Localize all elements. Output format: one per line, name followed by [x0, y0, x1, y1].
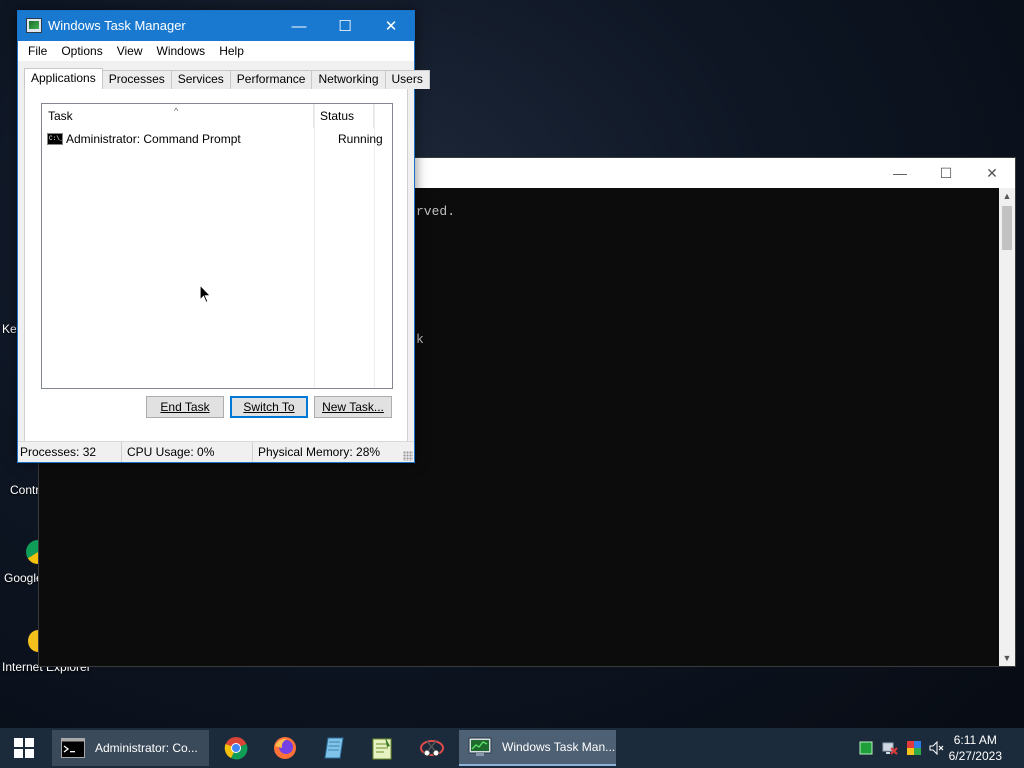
notepad-plus-icon[interactable]	[368, 734, 396, 762]
taskbar: Administrator: Co... Windows Task Man...…	[0, 728, 1024, 768]
desktop-icon-label-control-panel[interactable]: Contr	[10, 483, 39, 497]
column-task-label: Task	[48, 109, 73, 123]
menu-view[interactable]: View	[110, 44, 150, 58]
snipping-tool-logo	[420, 740, 444, 757]
windows-logo-icon	[14, 738, 34, 758]
color-icon[interactable]	[906, 740, 922, 756]
task-manager-icon	[26, 18, 42, 33]
status-bar: Processes: 32 CPU Usage: 0% Physical Mem…	[18, 441, 414, 462]
task-manager-titlebar[interactable]: Windows Task Manager — ☐ ✕	[18, 11, 414, 41]
network-icon[interactable]	[882, 740, 898, 756]
console-line: rved.	[416, 204, 456, 219]
chrome-logo	[224, 737, 248, 760]
menu-help[interactable]: Help	[212, 44, 251, 58]
scroll-thumb[interactable]	[1002, 206, 1012, 250]
menu-windows[interactable]: Windows	[150, 44, 213, 58]
cmd-maximize-button[interactable]: ☐	[923, 158, 969, 188]
clock-time: 6:11 AM	[953, 733, 997, 747]
cmd-close-button[interactable]: ✕	[969, 158, 1015, 188]
menu-options[interactable]: Options	[54, 44, 109, 58]
desktop-icon-label-google-chrome[interactable]: Google	[4, 571, 43, 585]
end-task-label: End Task	[160, 400, 210, 414]
tab-users[interactable]: Users	[384, 70, 430, 89]
tab-performance[interactable]: Performance	[229, 70, 313, 89]
system-clock[interactable]: 6:11 AM 6/27/2023	[949, 732, 1002, 764]
task-manager-icon	[468, 737, 492, 756]
applications-list[interactable]: Task ^ Status C:\_ Administrator: Comman…	[41, 103, 393, 389]
mouse-cursor-icon	[199, 284, 212, 304]
list-item[interactable]: C:\_ Administrator: Command Prompt Runni…	[42, 130, 392, 148]
notepad-logo	[324, 737, 344, 759]
new-task-button[interactable]: New Task...	[314, 396, 392, 418]
list-header: Task ^ Status	[42, 104, 392, 128]
task-status: Running	[338, 132, 383, 146]
minimize-button[interactable]: —	[276, 11, 322, 41]
column-header-status[interactable]: Status	[314, 104, 374, 128]
notepad-icon[interactable]	[320, 734, 348, 762]
new-task-label: New Task...	[322, 400, 384, 414]
cmd-scrollbar[interactable]: ▲ ▼	[999, 188, 1015, 666]
tab-services[interactable]: Services	[170, 70, 231, 89]
snipping-tool-icon[interactable]	[418, 734, 446, 762]
firefox-logo	[274, 737, 296, 759]
status-cpu-usage: CPU Usage: 0%	[122, 442, 253, 462]
menu-file[interactable]: File	[21, 44, 54, 58]
notepad-plus-logo	[372, 737, 392, 760]
task-manager-window[interactable]: Windows Task Manager — ☐ ✕ File Options …	[17, 10, 430, 463]
clock-date: 6/27/2023	[948, 749, 1002, 763]
tab-strip: Applications Processes Services Performa…	[24, 68, 430, 89]
sort-ascending-icon: ^	[174, 106, 179, 116]
menu-bar: File Options View Windows Help	[18, 41, 414, 61]
column-status-label: Status	[320, 109, 355, 123]
green-square-icon[interactable]	[858, 740, 874, 756]
switch-to-button[interactable]: Switch To	[230, 396, 308, 418]
tab-processes[interactable]: Processes	[101, 70, 172, 89]
taskbar-item-label: Windows Task Man...	[502, 740, 616, 754]
column-header-task[interactable]: Task ^	[42, 104, 314, 128]
end-task-button[interactable]: End Task	[146, 396, 224, 418]
chrome-icon[interactable]	[222, 734, 250, 762]
taskbar-item-task-manager[interactable]: Windows Task Man...	[459, 730, 616, 766]
switch-to-label: Switch To	[243, 400, 295, 414]
window-title: Windows Task Manager	[48, 18, 186, 33]
cmd-icon: C:\_	[47, 133, 63, 145]
cmd-minimize-button[interactable]: —	[877, 158, 923, 188]
task-name: Administrator: Command Prompt	[66, 132, 241, 146]
status-processes: Processes: 32	[18, 442, 122, 462]
scroll-down-arrow-icon[interactable]: ▼	[999, 650, 1015, 666]
maximize-button[interactable]: ☐	[322, 11, 368, 41]
status-physical-memory: Physical Memory: 28%	[258, 445, 381, 459]
taskbar-item-command-prompt[interactable]: Administrator: Co...	[52, 730, 209, 766]
taskbar-item-label: Administrator: Co...	[95, 741, 198, 755]
start-button[interactable]	[0, 728, 48, 768]
close-button[interactable]: ✕	[368, 11, 414, 41]
firefox-icon[interactable]	[271, 734, 299, 762]
volume-muted-icon[interactable]	[929, 740, 945, 756]
tab-applications[interactable]: Applications	[24, 68, 103, 89]
resize-grip-icon[interactable]	[403, 451, 413, 461]
cmd-icon	[61, 738, 85, 758]
scroll-up-arrow-icon[interactable]: ▲	[999, 188, 1015, 204]
console-line: k	[416, 332, 424, 347]
tab-networking[interactable]: Networking	[311, 70, 386, 89]
